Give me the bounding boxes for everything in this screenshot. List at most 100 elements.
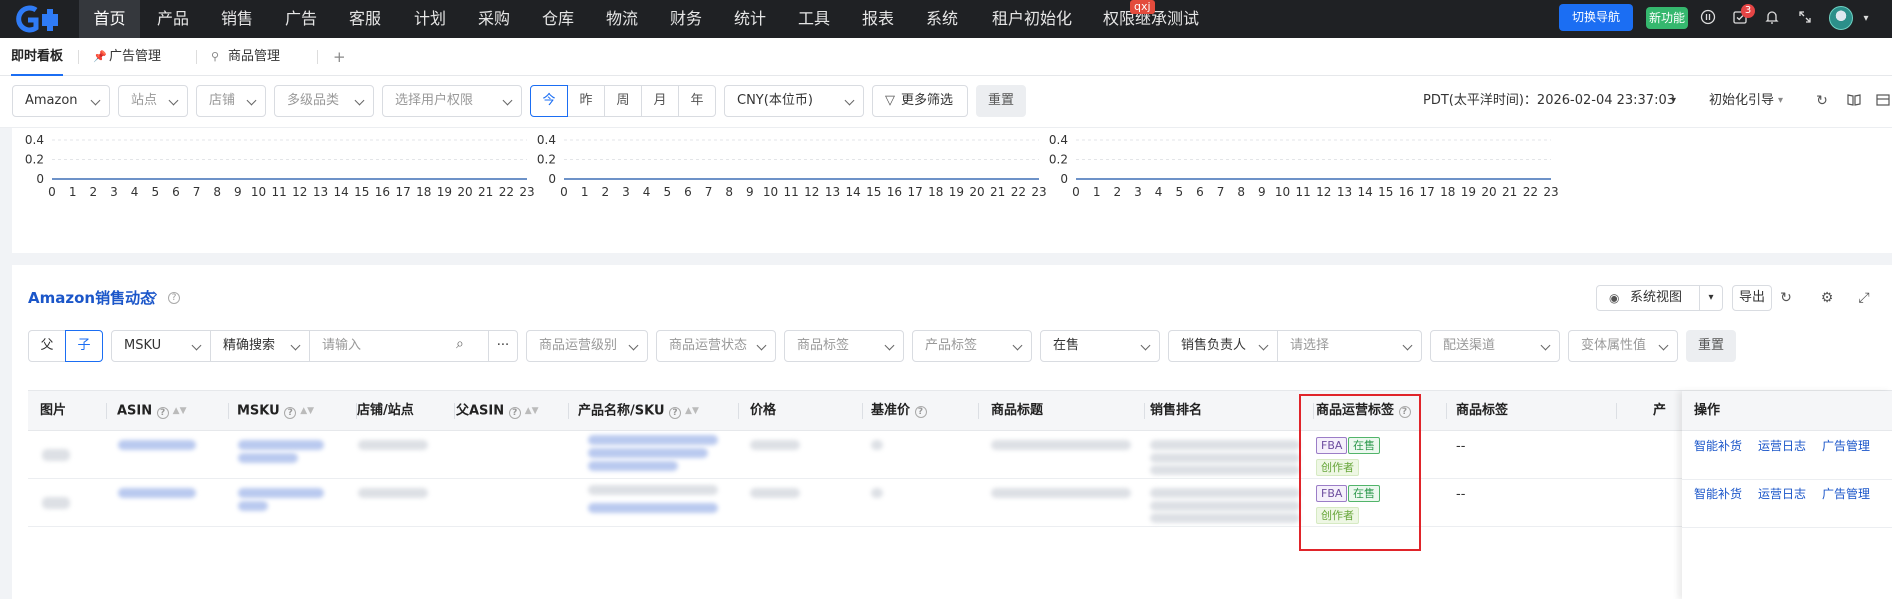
search-field-select[interactable]: MSKU (111, 330, 211, 362)
refresh-icon[interactable]: ↻ (1777, 289, 1795, 307)
expand-icon[interactable]: ⤢ (1855, 289, 1873, 307)
book-icon[interactable] (1845, 92, 1863, 110)
parent-toggle[interactable]: 父 (28, 330, 66, 362)
product-name-cell[interactable] (588, 435, 718, 445)
timezone-clock[interactable]: PDT(太平洋时间)：2026-02-04 23:37:03 (1423, 85, 1675, 117)
asin-cell[interactable] (118, 440, 196, 450)
child-toggle[interactable]: 子 (65, 330, 103, 362)
nav-tools[interactable]: 工具 (789, 0, 839, 38)
nav-customer-service[interactable]: 客服 (340, 0, 390, 38)
nav-ads[interactable]: 广告 (276, 0, 326, 38)
pause-icon[interactable] (1698, 9, 1718, 29)
refresh-icon[interactable]: ↻ (1813, 92, 1831, 110)
sales-panel-title[interactable]: Amazon销售动态 (28, 287, 155, 308)
category-select[interactable]: 多级品类 (274, 85, 374, 117)
tab-realtime-board[interactable]: 即时看板 (11, 38, 64, 76)
pin-icon[interactable]: 📌 (93, 38, 107, 76)
tab-goods-management[interactable]: 商品管理 (228, 38, 280, 76)
help-icon[interactable]: ? (168, 289, 180, 304)
nav-product[interactable]: 产品 (148, 0, 198, 38)
delivery-channel-select[interactable]: 配送渠道 (1430, 330, 1560, 362)
tab-ad-management[interactable]: 广告管理 (109, 38, 161, 76)
sort-icon[interactable]: ▲▼ (685, 391, 699, 431)
more-options-button[interactable]: ··· (488, 330, 518, 362)
period-yesterday[interactable]: 昨 (567, 85, 605, 117)
user-permission-select[interactable]: 选择用户权限 (382, 85, 522, 117)
col-parent-asin[interactable]: 父ASIN ? ▲▼ (456, 391, 539, 431)
bell-icon[interactable] (1762, 9, 1782, 29)
col-msku[interactable]: MSKU ? ▲▼ (237, 391, 314, 431)
sort-icon[interactable]: ▲▼ (525, 391, 539, 431)
goods-tag-select[interactable]: 商品标签 (784, 330, 904, 362)
chevron-down-icon[interactable]: ▾ (1671, 85, 1676, 117)
platform-select[interactable]: Amazon (12, 85, 110, 117)
asin-cell[interactable] (118, 488, 196, 498)
ad-management-link[interactable]: 广告管理 (1822, 485, 1870, 502)
gear-icon[interactable]: ⚙ (1818, 289, 1836, 307)
smart-replenish-link[interactable]: 智能补货 (1694, 485, 1742, 502)
chevron-down-icon[interactable]: ▾ (1778, 85, 1783, 117)
col-base-price[interactable]: 基准价 ? (871, 391, 927, 431)
nav-finance[interactable]: 财务 (661, 0, 711, 38)
op-level-select[interactable]: 商品运营级别 (526, 330, 648, 362)
owner-select[interactable]: 请选择 (1277, 330, 1422, 362)
view-dropdown-button[interactable]: ▾ (1699, 285, 1723, 311)
chevron-down-icon[interactable]: ▾ (1856, 9, 1876, 29)
search-icon[interactable]: ⌕ (456, 336, 464, 352)
help-icon[interactable]: ? (508, 406, 521, 419)
sale-status-select[interactable]: 在售 (1040, 330, 1160, 362)
col-product-name-sku[interactable]: 产品名称/SKU ? ▲▼ (578, 391, 699, 431)
period-year[interactable]: 年 (678, 85, 716, 117)
sort-icon[interactable]: ▲▼ (300, 391, 314, 431)
app-logo-icon[interactable] (14, 5, 64, 33)
nav-home[interactable]: 首页 (79, 0, 140, 38)
user-avatar[interactable] (1829, 6, 1853, 30)
period-month[interactable]: 月 (641, 85, 679, 117)
variant-attr-select[interactable]: 变体属性值 (1568, 330, 1678, 362)
help-icon[interactable]: ? (914, 406, 927, 418)
nav-purchase[interactable]: 采购 (469, 0, 519, 38)
chevron-right-icon[interactable]: › (152, 285, 158, 303)
fullscreen-icon[interactable] (1795, 9, 1815, 29)
more-filter-button[interactable]: ▽ 更多筛选 (872, 85, 968, 117)
table-row[interactable]: FBA 在售 创作者 -- (28, 431, 1892, 479)
reset-button[interactable]: 重置 (976, 85, 1026, 117)
help-icon[interactable]: ? (156, 406, 169, 419)
help-icon[interactable]: ? (284, 406, 297, 419)
nav-sales[interactable]: 销售 (212, 0, 262, 38)
owner-field-select[interactable]: 销售负责人 (1168, 330, 1278, 362)
product-image[interactable] (42, 449, 70, 461)
table-row[interactable]: FBA 在售 创作者 -- (28, 479, 1892, 527)
nav-tenant-init[interactable]: 租户初始化 (982, 0, 1082, 38)
add-tab-button[interactable]: + (333, 38, 346, 76)
msku-cell[interactable] (238, 440, 324, 450)
product-image[interactable] (42, 497, 70, 509)
export-button[interactable]: 导出 (1732, 285, 1772, 311)
layout-icon[interactable] (1874, 92, 1892, 110)
new-feature-badge[interactable]: 新功能 (1646, 7, 1688, 29)
msku-cell[interactable] (238, 488, 324, 498)
sort-icon[interactable]: ▲▼ (173, 391, 187, 431)
shop-select[interactable]: 店铺 (196, 85, 266, 117)
search-mode-select[interactable]: 精确搜索 (210, 330, 310, 362)
smart-replenish-link[interactable]: 智能补货 (1694, 437, 1742, 454)
ad-management-link[interactable]: 广告管理 (1822, 437, 1870, 454)
switch-nav-button[interactable]: 切换导航 (1559, 4, 1633, 31)
nav-statistics[interactable]: 统计 (725, 0, 775, 38)
nav-warehouse[interactable]: 仓库 (533, 0, 583, 38)
product-tag-select[interactable]: 产品标签 (912, 330, 1032, 362)
system-view-button[interactable]: ◉ 系统视图 (1596, 285, 1700, 311)
nav-reports[interactable]: 报表 (853, 0, 903, 38)
init-guide-link[interactable]: 初始化引导 (1709, 85, 1774, 117)
unpin-icon[interactable]: ⚲ (211, 38, 219, 76)
period-week[interactable]: 周 (604, 85, 642, 117)
currency-select[interactable]: CNY(本位币) (724, 85, 864, 117)
period-today[interactable]: 今 (530, 85, 568, 117)
help-icon[interactable]: ? (669, 406, 682, 419)
site-select[interactable]: 站点 (118, 85, 188, 117)
nav-system[interactable]: 系统 (917, 0, 967, 38)
col-asin[interactable]: ASIN ? ▲▼ (117, 391, 187, 431)
sales-reset-button[interactable]: 重置 (1686, 330, 1736, 362)
operation-log-link[interactable]: 运营日志 (1758, 437, 1806, 454)
nav-logistics[interactable]: 物流 (597, 0, 647, 38)
